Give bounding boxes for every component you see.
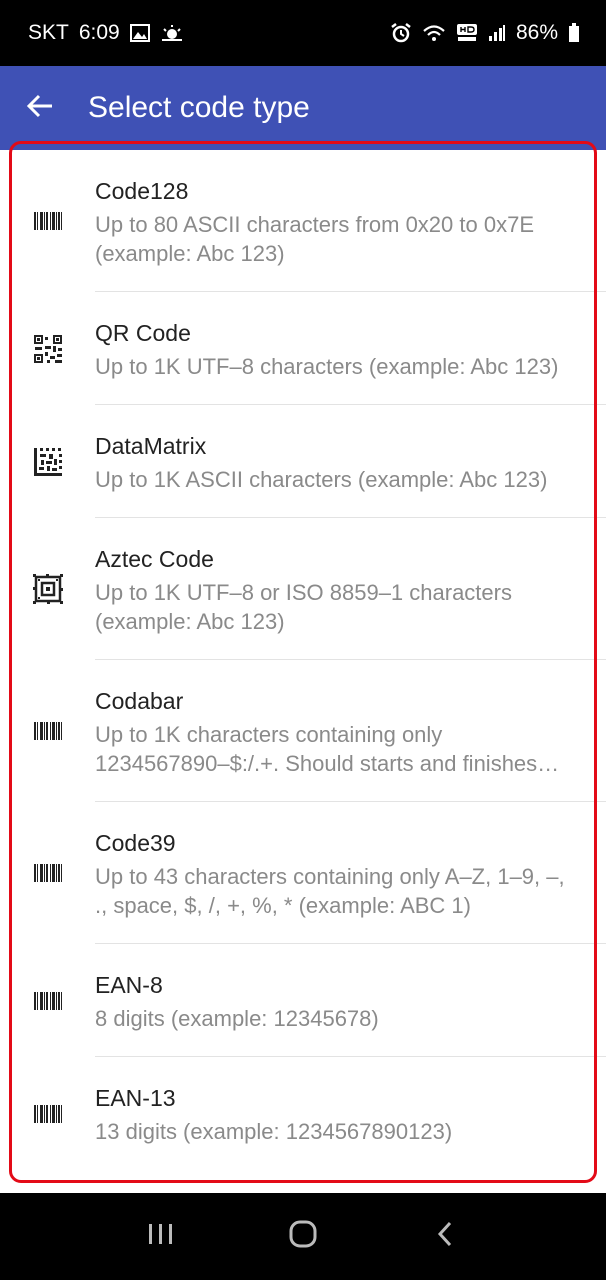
- item-title: EAN-13: [95, 1085, 176, 1111]
- item-description: Up to 43 characters containing only A–Z,…: [95, 864, 565, 918]
- status-left: SKT 6:09: [28, 21, 184, 45]
- barcode-icon: [33, 716, 63, 746]
- wifi-icon: [422, 23, 446, 43]
- system-nav-bar: [0, 1193, 606, 1280]
- item-description: Up to 1K characters containing only 1234…: [95, 722, 538, 776]
- list-item-ean-13[interactable]: EAN-13 13 digits (example: 1234567890123…: [0, 1057, 606, 1170]
- home-button[interactable]: [273, 1207, 333, 1267]
- item-description: 13 digits (example: 1234567890123): [95, 1119, 453, 1144]
- gallery-icon: [129, 24, 150, 42]
- back-nav-button[interactable]: [415, 1207, 475, 1267]
- datamatrix-icon: [33, 447, 63, 477]
- item-description: Up to 1K ASCII characters (example: Abc …: [95, 467, 548, 492]
- battery-percent: 86%: [515, 21, 558, 44]
- alarm-icon: [390, 22, 412, 44]
- item-title: QR Code: [95, 320, 191, 346]
- status-bar: SKT 6:09 86%: [0, 0, 606, 66]
- page-title: Select code type: [88, 91, 310, 124]
- app-bar: Select code type: [0, 66, 606, 150]
- code-type-list: Code128 Up to 80 ASCII characters from 0…: [0, 150, 606, 1170]
- item-title: Codabar: [95, 688, 184, 714]
- barcode-icon: [33, 1099, 63, 1129]
- list-item-qr-code[interactable]: QR Code Up to 1K UTF–8 characters (examp…: [0, 292, 606, 405]
- list-item-aztec-code[interactable]: Aztec Code Up to 1K UTF–8 or ISO 8859–1 …: [0, 518, 606, 660]
- item-title: Code39: [95, 830, 176, 856]
- item-description: Up to 1K UTF–8 or ISO 8859–1 characters …: [95, 580, 512, 634]
- recent-apps-button[interactable]: [131, 1207, 191, 1267]
- arrow-back-icon: [26, 92, 54, 125]
- home-icon: [288, 1219, 318, 1254]
- list-item-codabar[interactable]: Codabar Up to 1K characters containing o…: [0, 660, 606, 802]
- code-type-list-container[interactable]: Code128 Up to 80 ASCII characters from 0…: [0, 150, 606, 1193]
- item-description: Up to 1K UTF–8 characters (example: Abc …: [95, 354, 559, 379]
- barcode-icon: [33, 206, 63, 236]
- list-item-datamatrix[interactable]: DataMatrix Up to 1K ASCII characters (ex…: [0, 405, 606, 518]
- barcode-icon: [33, 858, 63, 888]
- item-title: DataMatrix: [95, 433, 207, 459]
- barcode-icon: [33, 986, 63, 1016]
- back-nav-icon: [435, 1219, 455, 1254]
- back-button[interactable]: [0, 66, 80, 150]
- carrier-label: SKT: [28, 21, 69, 44]
- item-description: 8 digits (example: 12345678): [95, 1006, 379, 1031]
- weather-icon: [160, 24, 184, 42]
- signal-icon: [488, 24, 506, 42]
- aztec-code-icon: [33, 574, 63, 604]
- status-right: 86%: [390, 21, 580, 45]
- list-item-code128[interactable]: Code128 Up to 80 ASCII characters from 0…: [0, 150, 606, 292]
- qr-code-icon: [33, 334, 63, 364]
- item-title: Aztec Code: [95, 546, 214, 572]
- battery-icon: [568, 23, 580, 43]
- item-title: Code128: [95, 178, 189, 204]
- list-item-ean-8[interactable]: EAN-8 8 digits (example: 12345678): [0, 944, 606, 1057]
- hd-voice-icon: [456, 23, 478, 43]
- recent-apps-icon: [147, 1222, 175, 1251]
- list-item-code39[interactable]: Code39 Up to 43 characters containing on…: [0, 802, 606, 944]
- item-title: EAN-8: [95, 972, 163, 998]
- item-description: Up to 80 ASCII characters from 0x20 to 0…: [95, 212, 534, 266]
- clock: 6:09: [78, 21, 120, 44]
